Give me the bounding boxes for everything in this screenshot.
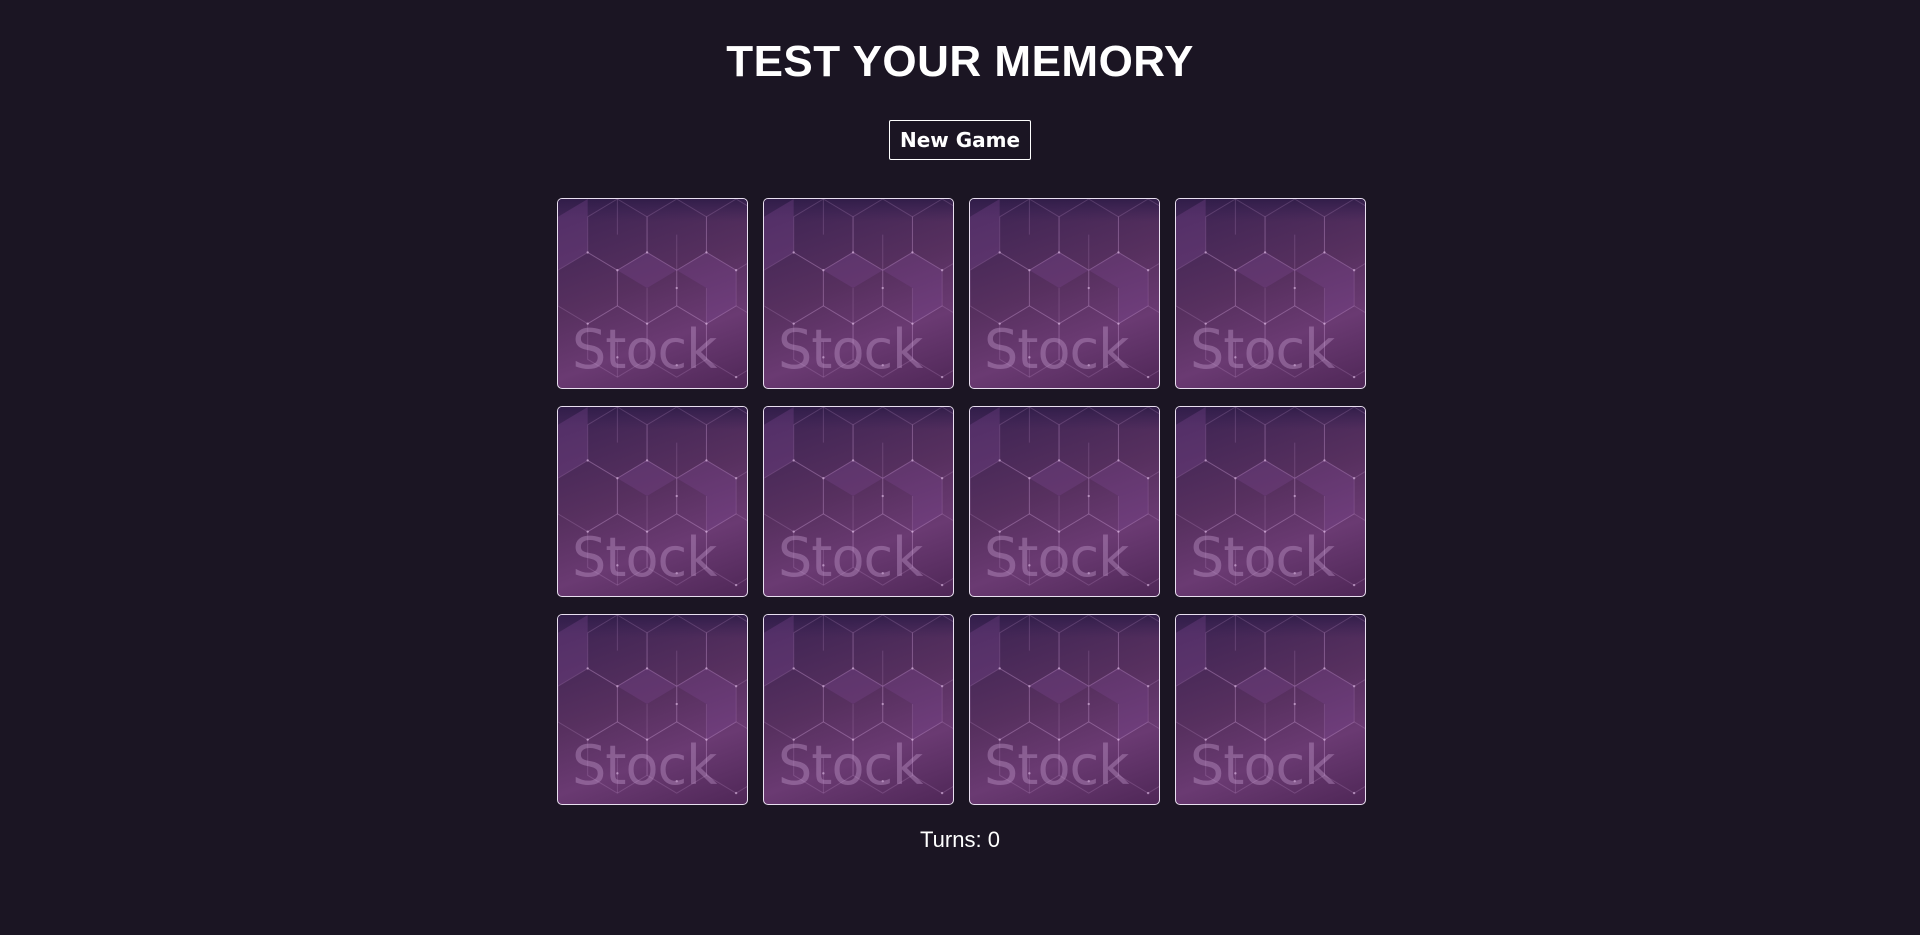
card-back-watermark: Stock <box>984 318 1129 381</box>
memory-card-10[interactable]: Stock <box>763 614 954 805</box>
memory-card-9[interactable]: Stock <box>557 614 748 805</box>
card-back-watermark: Stock <box>1190 318 1335 381</box>
card-back-watermark: Stock <box>1190 526 1335 589</box>
memory-card-6[interactable]: Stock <box>763 406 954 597</box>
card-back-watermark: Stock <box>572 734 717 797</box>
memory-card-12[interactable]: Stock <box>1175 614 1366 805</box>
turns-counter: Turns: 0 <box>920 827 1000 852</box>
memory-card-7[interactable]: Stock <box>969 406 1160 597</box>
card-back-watermark: Stock <box>572 526 717 589</box>
card-back-watermark: Stock <box>984 734 1129 797</box>
card-back-watermark: Stock <box>778 526 923 589</box>
card-back-watermark: Stock <box>1190 734 1335 797</box>
card-back-watermark: Stock <box>778 318 923 381</box>
memory-card-1[interactable]: Stock <box>557 198 748 389</box>
memory-card-2[interactable]: Stock <box>763 198 954 389</box>
memory-card-11[interactable]: Stock <box>969 614 1160 805</box>
card-back-watermark: Stock <box>984 526 1129 589</box>
card-grid: Stock Stock Stock Stock Stock Stock Stoc… <box>557 198 1367 805</box>
card-back-watermark: Stock <box>572 318 717 381</box>
page-title: TEST YOUR MEMORY <box>726 37 1194 86</box>
memory-card-8[interactable]: Stock <box>1175 406 1366 597</box>
memory-card-3[interactable]: Stock <box>969 198 1160 389</box>
card-back-watermark: Stock <box>778 734 923 797</box>
new-game-button[interactable]: New Game <box>889 120 1031 160</box>
memory-card-4[interactable]: Stock <box>1175 198 1366 389</box>
memory-game-page: TEST YOUR MEMORY New Game Stock Stock St… <box>0 0 1920 935</box>
memory-card-5[interactable]: Stock <box>557 406 748 597</box>
